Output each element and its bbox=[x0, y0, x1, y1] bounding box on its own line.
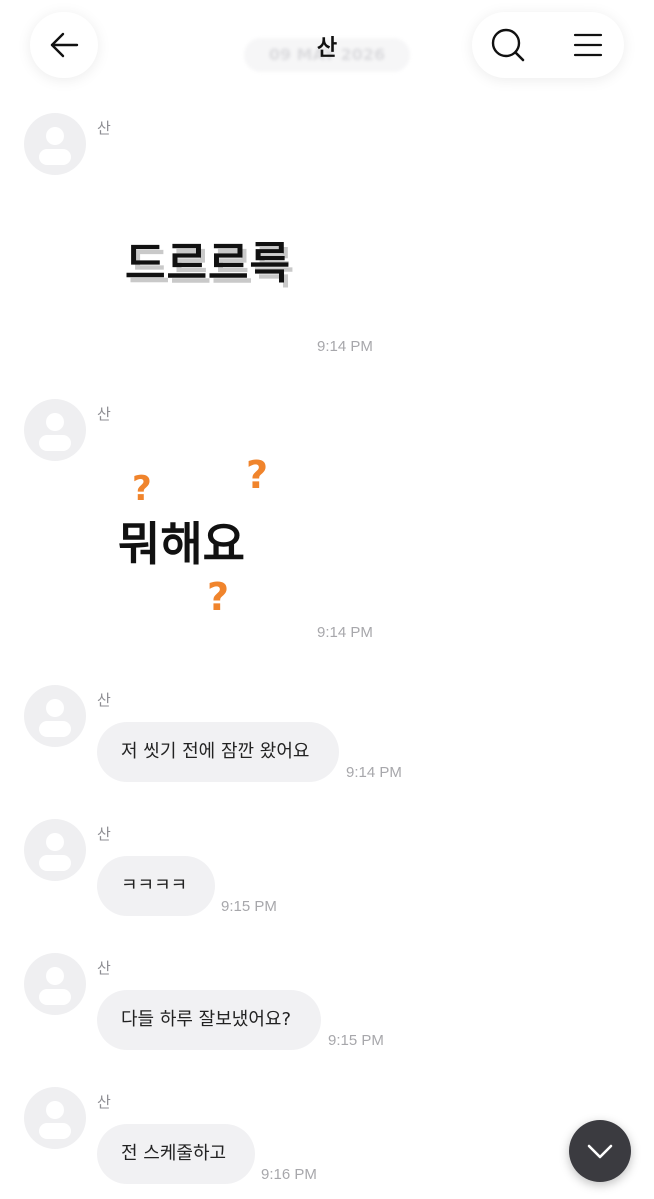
avatar-body bbox=[39, 1123, 71, 1139]
search-icon bbox=[491, 28, 525, 62]
message-bubble[interactable]: 저 씻기 전에 잠깐 왔어요 bbox=[97, 722, 339, 782]
question-mark-icon: ? bbox=[246, 453, 268, 497]
question-mark-icon: ? bbox=[207, 575, 229, 619]
sender-name: 산 bbox=[97, 119, 111, 137]
sender-name: 산 bbox=[97, 691, 111, 709]
sender-name: 산 bbox=[97, 959, 111, 977]
chat-header: 09 MAY 2026 산 bbox=[0, 0, 654, 110]
avatar-body bbox=[39, 435, 71, 451]
message-time: 9:14 PM bbox=[317, 338, 373, 355]
message-time: 9:16 PM bbox=[261, 1166, 317, 1183]
avatar[interactable] bbox=[24, 953, 86, 1015]
avatar[interactable] bbox=[24, 113, 86, 175]
message-bubble[interactable]: 전 스케줄하고 bbox=[97, 1124, 255, 1184]
message-time: 9:14 PM bbox=[346, 764, 402, 781]
avatar-body bbox=[39, 721, 71, 737]
avatar-body bbox=[39, 149, 71, 165]
message-time: 9:15 PM bbox=[328, 1032, 384, 1049]
header-actions bbox=[472, 12, 624, 78]
message-time: 9:14 PM bbox=[317, 624, 373, 641]
avatar[interactable] bbox=[24, 399, 86, 461]
message-time: 9:15 PM bbox=[221, 898, 277, 915]
sticker-mwohaeyo[interactable]: ? ? ? 뭐해요 bbox=[110, 450, 295, 620]
avatar-body bbox=[39, 855, 71, 871]
avatar-body bbox=[39, 989, 71, 1005]
avatar-head bbox=[46, 1101, 64, 1119]
avatar-head bbox=[46, 127, 64, 145]
search-button[interactable] bbox=[486, 23, 530, 67]
sticker-text: 뭐해요 bbox=[118, 517, 245, 571]
avatar[interactable] bbox=[24, 1087, 86, 1149]
sticker-text: 드르르륵 bbox=[125, 238, 291, 289]
sticker-drrrreuk[interactable]: 드르르륵 드르르륵 bbox=[115, 210, 295, 305]
sender-name: 산 bbox=[97, 825, 111, 843]
scroll-to-bottom-button[interactable] bbox=[569, 1120, 631, 1182]
avatar[interactable] bbox=[24, 685, 86, 747]
hamburger-menu-icon bbox=[573, 33, 603, 57]
avatar-head bbox=[46, 833, 64, 851]
message-bubble[interactable]: ㅋㅋㅋㅋ bbox=[97, 856, 215, 916]
sender-name: 산 bbox=[97, 405, 111, 423]
message-bubble[interactable]: 다들 하루 잘보냈어요? bbox=[97, 990, 321, 1050]
sender-name: 산 bbox=[97, 1093, 111, 1111]
avatar-head bbox=[46, 699, 64, 717]
menu-button[interactable] bbox=[566, 23, 610, 67]
avatar[interactable] bbox=[24, 819, 86, 881]
avatar-head bbox=[46, 413, 64, 431]
avatar-head bbox=[46, 967, 64, 985]
chevron-down-icon bbox=[587, 1144, 613, 1159]
question-mark-icon: ? bbox=[132, 469, 152, 509]
